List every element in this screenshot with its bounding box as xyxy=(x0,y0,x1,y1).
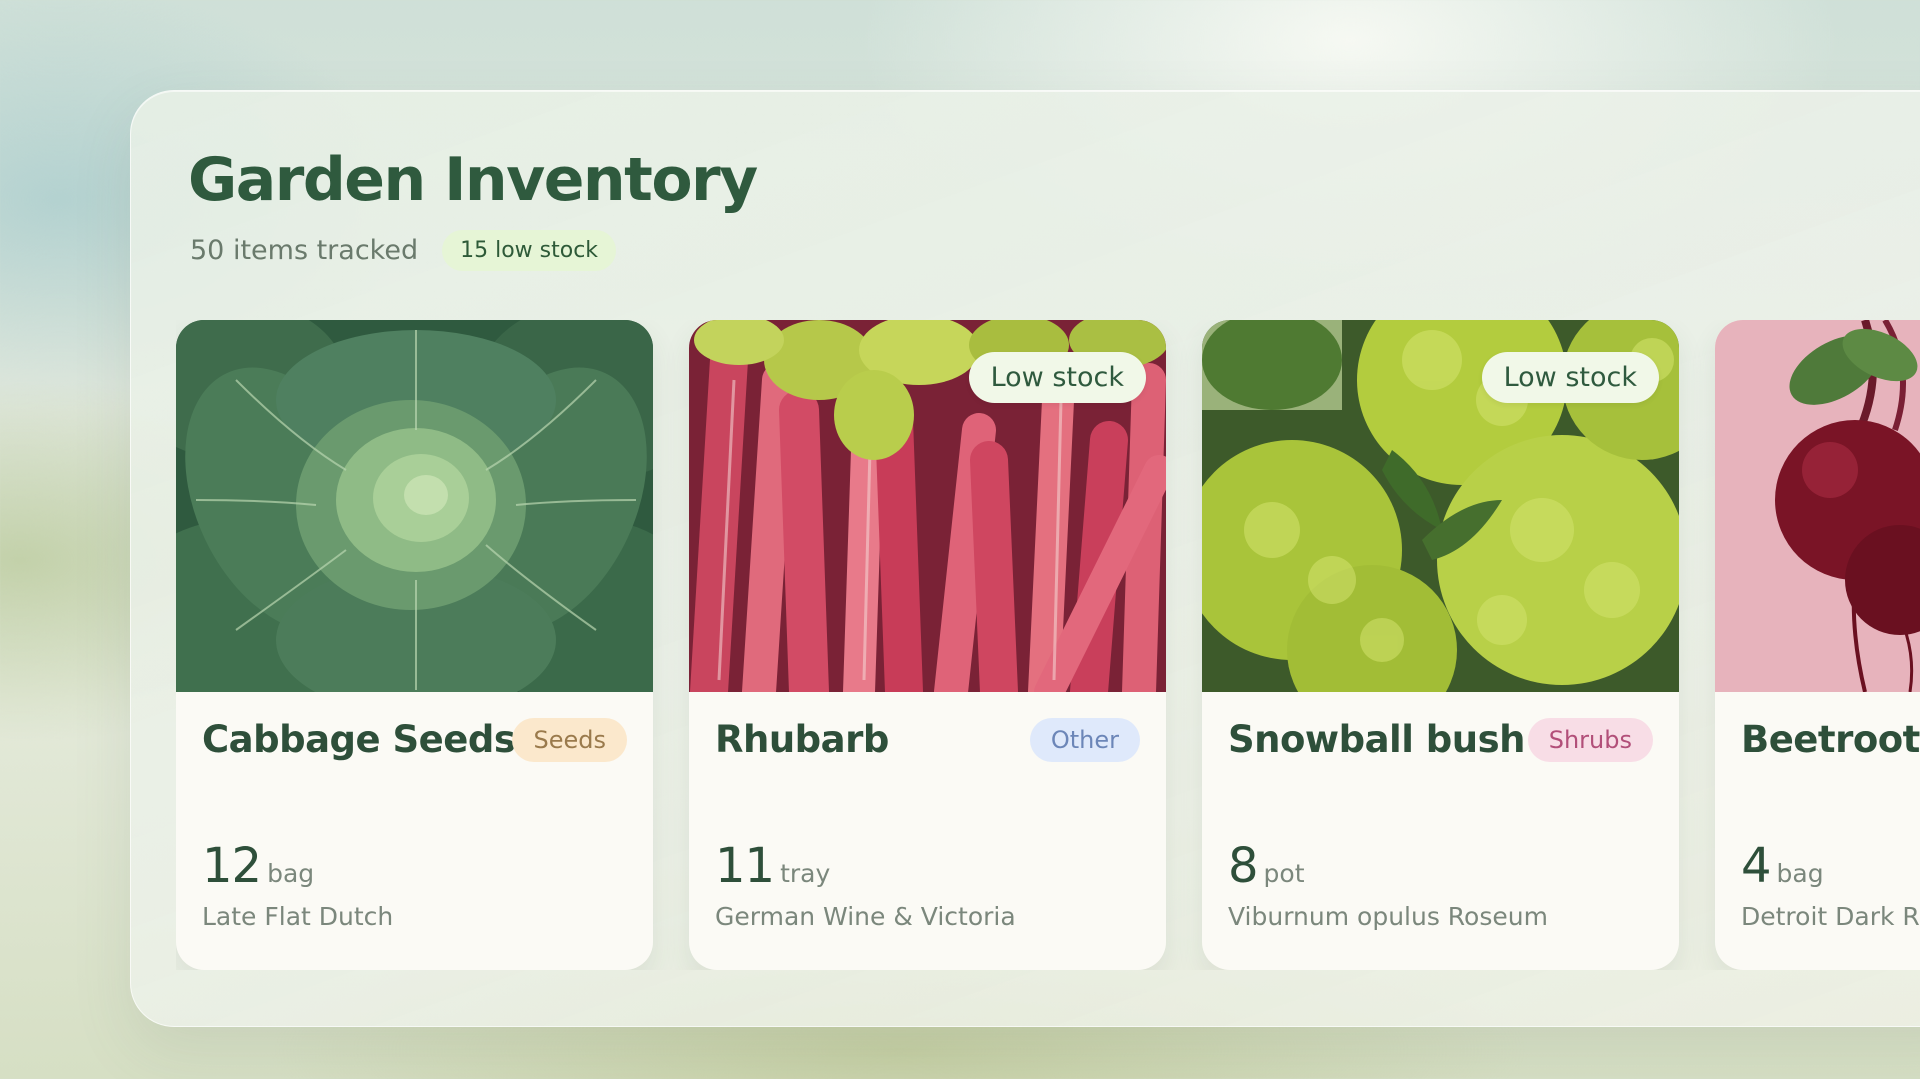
quantity-value: 8 xyxy=(1228,838,1259,894)
inventory-card-beetroot[interactable]: Beetroot 4 bag Detroit Dark Red xyxy=(1715,320,1920,970)
variety-label: German Wine & Victoria xyxy=(715,902,1016,931)
inventory-card-rhubarb[interactable]: Low stock Rhubarb Other 11 tray German W… xyxy=(689,320,1166,970)
inventory-card-snowball-bush[interactable]: Low stock Snowball bush Shrubs 8 pot Vib… xyxy=(1202,320,1679,970)
item-name: Cabbage Seeds xyxy=(202,718,516,761)
quantity-value: 12 xyxy=(202,838,262,894)
item-name: Snowball bush xyxy=(1228,718,1525,761)
item-name: Beetroot xyxy=(1741,718,1920,761)
quantity-unit: bag xyxy=(267,859,315,888)
quantity-value: 11 xyxy=(715,838,775,894)
item-name: Rhubarb xyxy=(715,718,889,761)
variety-label: Late Flat Dutch xyxy=(202,902,394,931)
quantity-row: 4 bag xyxy=(1741,838,1824,894)
low-stock-chip: Low stock xyxy=(1481,352,1659,403)
category-chip[interactable]: Seeds xyxy=(512,718,627,762)
inventory-card-list: Cabbage Seeds Seeds 12 bag Late Flat Dut… xyxy=(176,320,1920,970)
snowball-bush-photo: Low stock xyxy=(1202,320,1679,692)
quantity-row: 11 tray xyxy=(715,838,830,894)
low-stock-summary-badge[interactable]: 15 low stock xyxy=(442,229,617,271)
category-chip[interactable]: Shrubs xyxy=(1527,718,1653,762)
quantity-unit: pot xyxy=(1263,859,1305,888)
quantity-row: 8 pot xyxy=(1228,838,1305,894)
rhubarb-photo: Low stock xyxy=(689,320,1166,692)
page-title: Garden Inventory xyxy=(188,145,758,215)
inventory-card-cabbage-seeds[interactable]: Cabbage Seeds Seeds 12 bag Late Flat Dut… xyxy=(176,320,653,970)
quantity-row: 12 bag xyxy=(202,838,314,894)
quantity-value: 4 xyxy=(1741,838,1772,894)
quantity-unit: bag xyxy=(1776,859,1824,888)
variety-label: Detroit Dark Red xyxy=(1741,902,1920,931)
summary-row: 50 items tracked 15 low stock xyxy=(190,228,617,272)
low-stock-chip: Low stock xyxy=(968,352,1146,403)
quantity-unit: tray xyxy=(780,859,831,888)
category-chip[interactable]: Other xyxy=(1029,718,1140,762)
items-tracked-count: 50 items tracked xyxy=(190,234,419,266)
beetroot-photo xyxy=(1715,320,1920,692)
cabbage-photo xyxy=(176,320,653,692)
variety-label: Viburnum opulus Roseum xyxy=(1228,902,1548,931)
